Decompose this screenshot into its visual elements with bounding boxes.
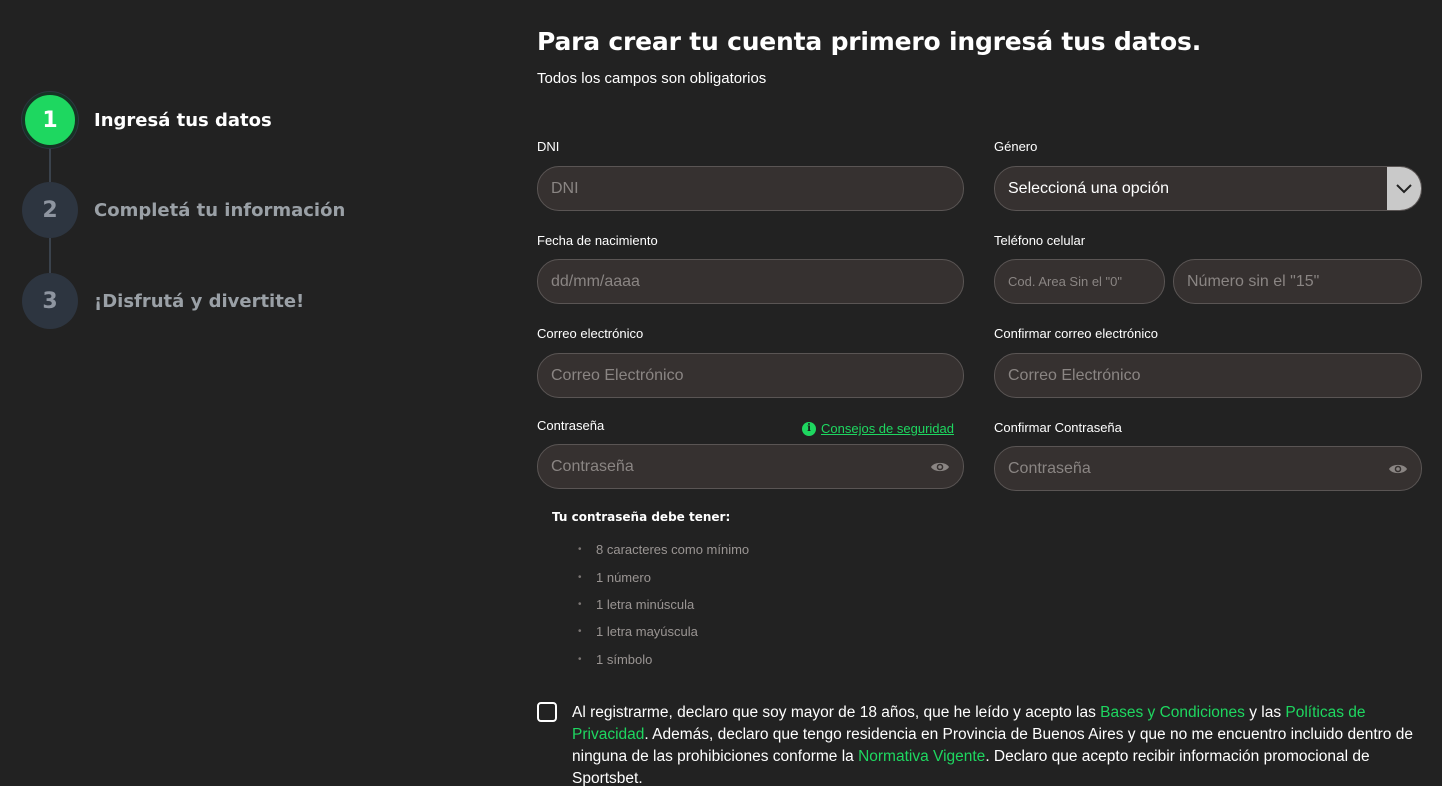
phone-label: Teléfono celular xyxy=(994,233,1086,248)
list-item: • 8 caracteres como mínimo xyxy=(578,536,749,563)
dni-placeholder: DNI xyxy=(551,179,579,197)
chevron-down-icon[interactable] xyxy=(1387,167,1421,210)
list-item: • 1 símbolo xyxy=(578,646,749,673)
bullet-icon: • xyxy=(578,571,582,583)
step-2-circle: 2 xyxy=(22,182,78,238)
step-1: 1 Ingresá tus datos xyxy=(22,92,272,148)
security-tips-text[interactable]: Consejos de seguridad xyxy=(821,421,954,436)
step-2-label: Completá tu información xyxy=(94,199,346,221)
password-requirements-title: Tu contraseña debe tener: xyxy=(552,510,731,524)
birthdate-input[interactable]: dd/mm/aaaa xyxy=(537,259,964,304)
requirement-text: 1 símbolo xyxy=(596,651,653,667)
regulations-link[interactable]: Normativa Vigente xyxy=(858,748,985,765)
email-placeholder: Correo Electrónico xyxy=(551,366,684,384)
terms-conditions-link[interactable]: Bases y Condiciones xyxy=(1100,704,1245,721)
password-input[interactable]: Contraseña xyxy=(537,444,964,489)
step-3-circle: 3 xyxy=(22,273,78,329)
terms-text-1: Al registrarme, declaro que soy mayor de… xyxy=(572,704,1101,721)
password-placeholder: Contraseña xyxy=(551,457,634,475)
terms-text: Al registrarme, declaro que soy mayor de… xyxy=(572,702,1422,786)
phone-area-input[interactable]: Cod. Area Sin el "0" xyxy=(994,259,1165,304)
email-label: Correo electrónico xyxy=(537,326,644,341)
stepper-connector xyxy=(49,238,51,273)
step-3: 3 ¡Disfrutá y divertite! xyxy=(22,273,304,329)
requirement-text: 8 caracteres como mínimo xyxy=(596,542,750,558)
list-item: • 1 letra mayúscula xyxy=(578,618,749,645)
list-item: • 1 número xyxy=(578,563,749,590)
gender-label: Género xyxy=(994,139,1038,154)
step-1-circle: 1 xyxy=(22,92,78,148)
bullet-icon: • xyxy=(578,544,582,556)
email-confirm-placeholder: Correo Electrónico xyxy=(1008,366,1141,384)
eye-icon[interactable] xyxy=(930,459,950,475)
page-subtitle: Todos los campos son obligatorios xyxy=(537,70,767,87)
list-item: • 1 letra minúscula xyxy=(578,591,749,618)
phone-number-placeholder: Número sin el "15" xyxy=(1187,272,1320,290)
birthdate-label: Fecha de nacimiento xyxy=(537,233,658,248)
password-confirm-placeholder: Contraseña xyxy=(1008,459,1091,477)
password-confirm-label: Confirmar Contraseña xyxy=(994,420,1122,435)
email-confirm-label: Confirmar correo electrónico xyxy=(994,326,1159,341)
requirement-text: 1 número xyxy=(596,569,651,585)
gender-select[interactable]: Seleccioná una opción xyxy=(994,166,1422,211)
phone-area-placeholder: Cod. Area Sin el "0" xyxy=(1008,274,1123,289)
step-1-label: Ingresá tus datos xyxy=(94,109,272,131)
birthdate-placeholder: dd/mm/aaaa xyxy=(551,272,640,290)
requirement-text: 1 letra minúscula xyxy=(596,596,695,612)
step-3-label: ¡Disfrutá y divertite! xyxy=(94,290,305,312)
page-title: Para crear tu cuenta primero ingresá tus… xyxy=(537,27,1201,56)
stepper-connector xyxy=(49,148,51,182)
password-label: Contraseña xyxy=(537,418,605,433)
eye-icon[interactable] xyxy=(1388,461,1408,477)
password-requirements-list: • 8 caracteres como mínimo • 1 número • 1 l… xyxy=(578,536,749,673)
security-tips-link[interactable]: i Consejos de seguridad xyxy=(802,421,954,436)
info-icon: i xyxy=(802,421,816,436)
password-confirm-input[interactable]: Contraseña xyxy=(994,446,1422,491)
terms-checkbox[interactable] xyxy=(537,702,557,722)
dni-label: DNI xyxy=(537,139,560,154)
requirement-text: 1 letra mayúscula xyxy=(596,624,698,640)
email-confirm-input[interactable]: Correo Electrónico xyxy=(994,353,1422,398)
email-input[interactable]: Correo Electrónico xyxy=(537,353,964,398)
bullet-icon: • xyxy=(578,653,582,665)
terms-text-2: y las xyxy=(1244,704,1286,721)
bullet-icon: • xyxy=(578,598,582,610)
step-2: 2 Completá tu información xyxy=(22,182,345,238)
bullet-icon: • xyxy=(578,626,582,638)
phone-number-input[interactable]: Número sin el "15" xyxy=(1173,259,1422,304)
gender-select-value: Seleccioná una opción xyxy=(1008,179,1170,197)
dni-input[interactable]: DNI xyxy=(537,166,964,211)
